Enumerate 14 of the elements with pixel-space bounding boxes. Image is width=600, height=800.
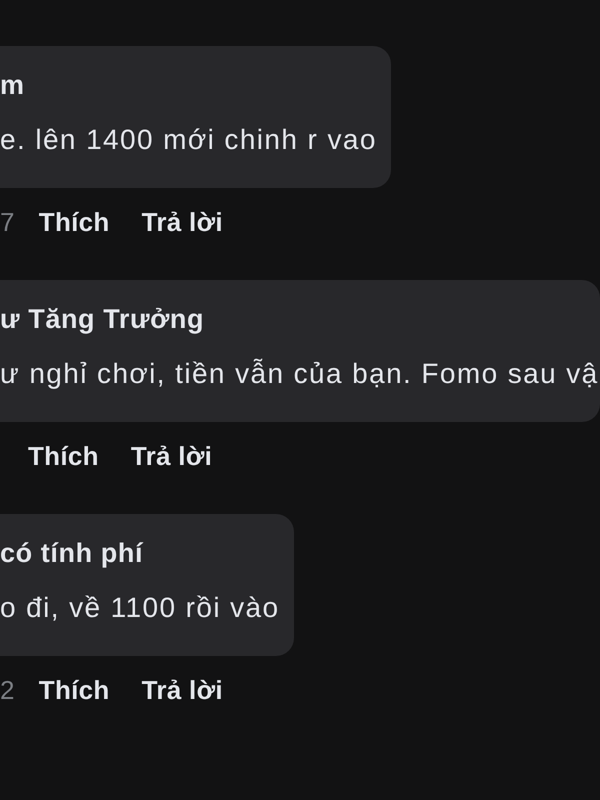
author-name[interactable]: ư Tăng Trưởng	[0, 303, 204, 335]
reply-link[interactable]: Trả lời	[130, 440, 212, 472]
reply-link[interactable]: Trả lời	[142, 206, 223, 238]
like-link[interactable]: Thích	[28, 440, 99, 472]
author-name[interactable]: có tính phí	[0, 537, 144, 569]
reply-link[interactable]: Trả lời	[142, 674, 223, 706]
author-name[interactable]: m	[0, 69, 25, 101]
timestamp[interactable]: 2	[0, 674, 15, 706]
timestamp[interactable]: 7	[0, 206, 15, 238]
like-link[interactable]: Thích	[38, 206, 110, 238]
like-link[interactable]: Thích	[38, 674, 110, 706]
comment-text: o đi, về 1100 rồi vào	[0, 592, 280, 624]
comment-text: ư nghỉ chơi, tiền vẫn của bạn. Fomo sau vậ	[0, 358, 599, 390]
comment-text: e. lên 1400 mới chinh r vao	[0, 124, 377, 156]
